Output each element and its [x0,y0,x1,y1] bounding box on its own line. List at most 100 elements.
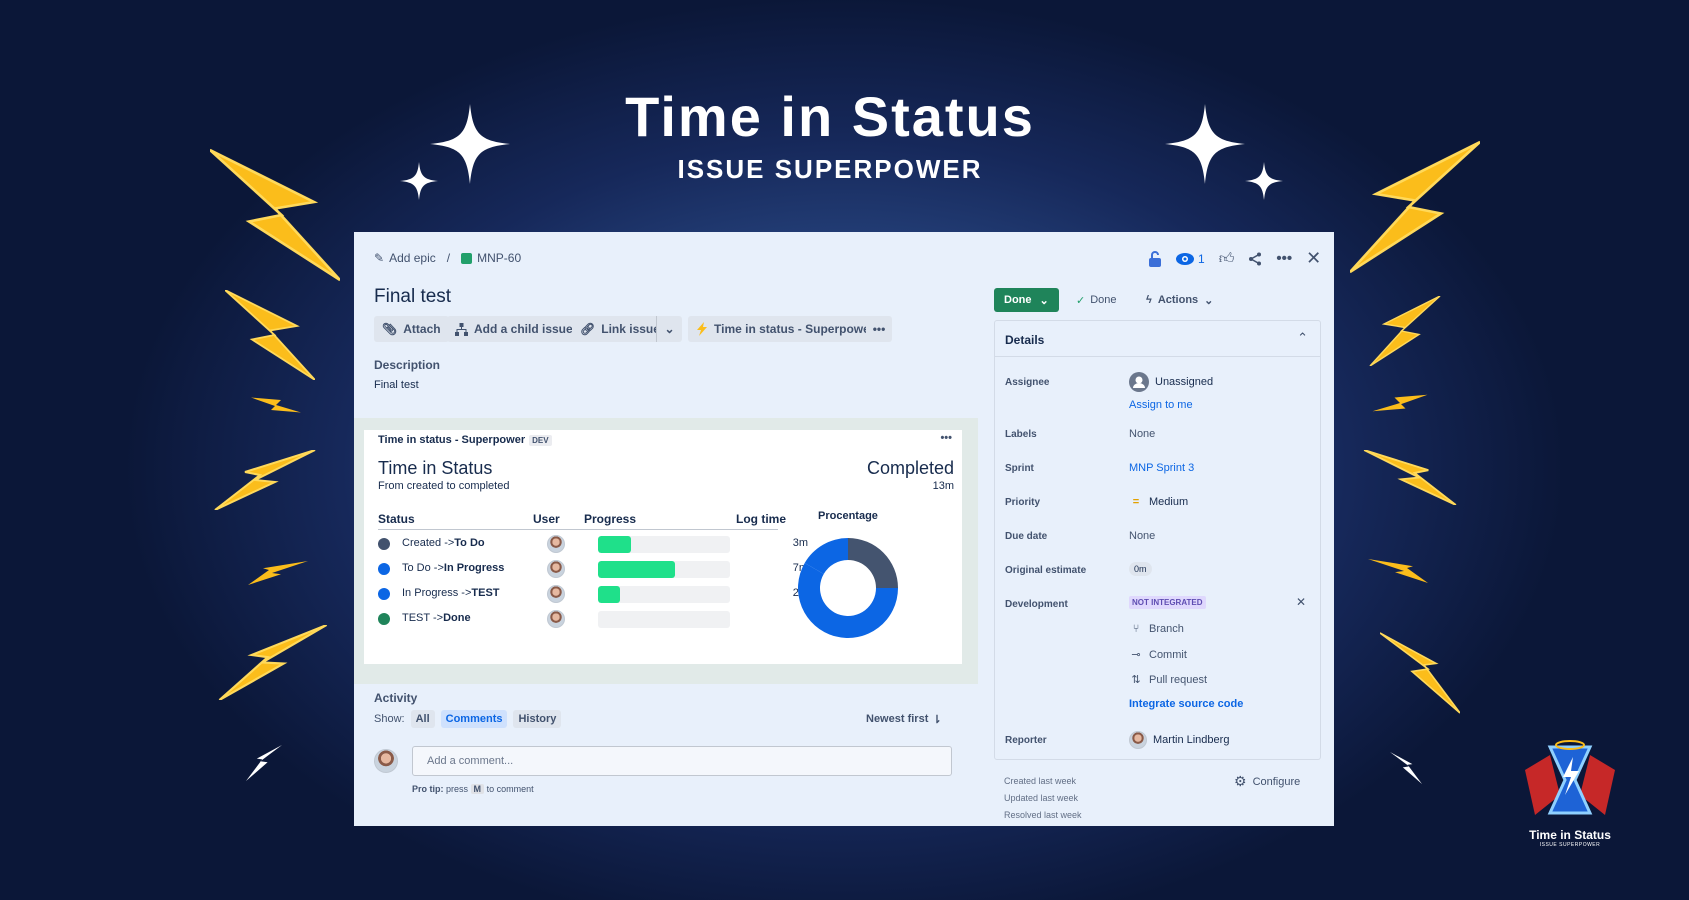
pro-tip-key: M [470,784,485,794]
resolution: ✓ Done [1076,294,1117,307]
filter-history[interactable]: History [513,710,562,728]
estimate-value[interactable]: 0m [1129,562,1152,576]
status-to: TEST [471,587,500,599]
watch-button[interactable]: 1 [1176,252,1205,266]
watch-count: 1 [1198,251,1205,266]
resolved-text: Resolved last week [1004,810,1082,820]
branch-icon: ⑂ [1132,623,1140,635]
gear-icon: ⚙︎ [1234,773,1247,789]
filter-comments[interactable]: Comments [440,710,508,728]
labels-value[interactable]: None [1129,428,1155,440]
commit-icon: ⊸ [1131,649,1141,661]
filter-group: All Comments History [410,710,562,728]
details-header[interactable]: Details ⌃ [995,321,1320,357]
app-logo: Time in Status ISSUE SUPERPOWER [1505,735,1635,850]
widget-header-label: Time in status - Superpower [378,434,526,446]
hierarchy-icon [455,322,468,336]
pull-request-item[interactable]: ⇅ Pull request [1129,673,1208,687]
table-row: To Do ->In Progress 7m [378,559,808,579]
link-issue-button[interactable]: 🔗︎ Link issue [572,316,668,342]
link-dropdown-button[interactable]: ⌄ [656,316,682,342]
sort-label: Newest first [866,713,929,725]
reporter-value[interactable]: Martin Lindberg [1129,731,1229,749]
status-to: Done [443,612,471,624]
widget-more-icon[interactable]: ••• [940,432,952,444]
lightning-icon [1369,296,1441,366]
thumbs-up-icon[interactable]: 👍︎ [1219,250,1235,268]
lightning-icon [697,322,707,336]
status-transition: TEST ->Done [402,612,471,624]
more-icon: ••• [872,322,886,336]
time-in-status-app-button[interactable]: Time in status - Superpower [688,316,883,342]
filter-all[interactable]: All [410,710,435,728]
issue-title[interactable]: Final test [374,286,451,308]
sparkle-icon [1165,104,1245,184]
description-text[interactable]: Final test [374,379,419,391]
lightning-icon [1363,450,1457,505]
story-icon [461,252,473,264]
description-label: Description [374,358,441,372]
user-avatar [547,535,565,553]
lightning-icon [218,625,328,700]
assignee-name: Unassigned [1155,376,1214,388]
development-label: Development [1005,599,1068,610]
actions-label: Actions [1157,294,1199,306]
check-icon: ✓ [1076,295,1086,307]
due-date-value[interactable]: None [1129,530,1155,542]
assign-to-me-link[interactable]: Assign to me [1129,399,1193,411]
lightning-icon [251,397,301,413]
development-badge-wrap: NOT INTEGRATED [1129,596,1206,609]
share-icon[interactable] [1248,252,1262,266]
pro-tip-label: Pro tip: [412,784,444,794]
widget-title: Time in Status [378,458,493,478]
lock-icon[interactable] [1148,250,1162,267]
more-toolbar-button[interactable]: ••• [866,316,892,342]
table-row: Created ->To Do 3m [378,534,808,554]
branch-item[interactable]: ⑂ Branch [1129,623,1184,635]
details-panel: Details ⌃ Assignee Unassigned Assign to … [994,320,1321,760]
comment-placeholder: Add a comment... [427,755,514,767]
close-icon[interactable]: ✕ [1296,595,1306,609]
activity-label: Activity [374,691,418,705]
pro-tip: Pro tip: press M to comment [412,784,534,794]
lightning-icon [1380,632,1460,714]
lightning-icon [248,561,308,585]
pro-tip-to-comment: to comment [486,784,534,794]
breadcrumb: ✎ Add epic / MNP-60 [374,251,521,265]
status-dropdown[interactable]: Done ⌄ [994,288,1059,312]
lightning-icon [1350,140,1480,274]
add-child-issue-button[interactable]: Add a child issue [447,316,581,342]
chevron-up-icon: ⌃ [1297,330,1308,345]
reporter-avatar [1129,731,1147,749]
user-avatar [547,610,565,628]
configure-button[interactable]: ⚙︎ Configure [1234,773,1300,790]
col-status: Status [378,512,415,526]
user-avatar [374,749,398,773]
priority-medium-icon: = [1132,496,1140,508]
commit-label: Commit [1149,648,1187,661]
lightning-icon [1368,559,1428,583]
integrate-source-code-link[interactable]: Integrate source code [1129,698,1243,710]
more-icon[interactable]: ••• [1276,250,1292,267]
actions-button[interactable]: ϟ Actions ⌄ [1146,294,1213,307]
sprint-value[interactable]: MNP Sprint 3 [1129,462,1194,474]
progress-bar [598,536,631,553]
status-dot [378,588,390,600]
pull-request-label: Pull request [1149,673,1208,686]
priority-label: Priority [1005,497,1041,508]
comment-input[interactable]: Add a comment... [412,746,952,776]
priority-value[interactable]: = Medium [1129,496,1188,508]
status-transition: In Progress ->TEST [402,587,500,599]
widget-subtitle: From created to completed [378,480,510,492]
commit-item[interactable]: ⊸ Commit [1129,648,1187,662]
status-to: To Do [454,537,485,549]
sort-button[interactable]: Newest first ⇂ [866,713,942,726]
close-icon[interactable]: ✕ [1306,248,1321,269]
add-epic-link[interactable]: Add epic [389,251,436,265]
issue-key-link[interactable]: MNP-60 [477,251,521,265]
assignee-value[interactable]: Unassigned [1129,372,1213,392]
estimate-label: Original estimate [1005,565,1087,576]
attach-button[interactable]: 📎︎ Attach [374,316,449,342]
sparkle-icon [430,104,510,184]
attach-label: Attach [403,322,441,336]
